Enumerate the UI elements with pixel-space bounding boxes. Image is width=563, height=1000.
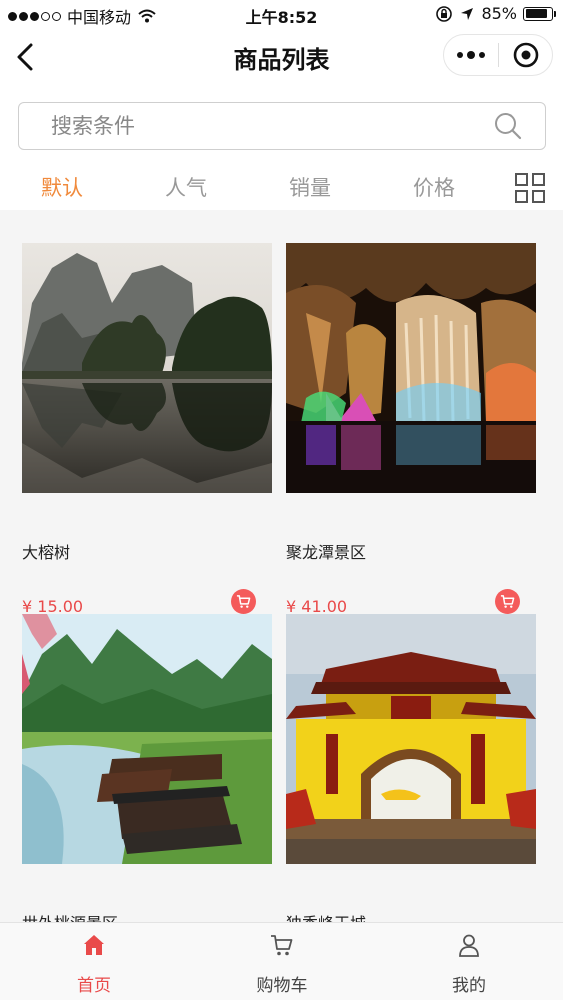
product-card[interactable]: 独秀峰王城 bbox=[286, 614, 536, 922]
cart-icon bbox=[236, 595, 251, 608]
tabbar-label: 购物车 bbox=[256, 976, 308, 996]
back-button[interactable] bbox=[12, 41, 42, 73]
product-grid: 大榕树 ¥ 15.00 聚龙潭景区 ¥ 41.00 bbox=[0, 210, 563, 922]
product-name: 聚龙潭景区 bbox=[286, 543, 367, 562]
product-image[interactable] bbox=[22, 243, 272, 493]
home-icon bbox=[84, 935, 104, 955]
mini-program-capsule bbox=[443, 34, 553, 76]
user-icon bbox=[459, 934, 479, 957]
product-image[interactable] bbox=[286, 243, 536, 493]
product-image[interactable] bbox=[286, 614, 536, 864]
search-area bbox=[0, 86, 563, 162]
more-button[interactable] bbox=[444, 35, 498, 75]
product-card[interactable]: 世外桃源景区 bbox=[22, 614, 272, 922]
yellow-palace-gate-image bbox=[286, 614, 536, 864]
tab-default[interactable]: 默认 bbox=[22, 172, 102, 202]
add-to-cart-button[interactable] bbox=[495, 589, 520, 614]
battery-percent: 85% bbox=[481, 4, 517, 23]
village-mountains-river-image bbox=[22, 614, 272, 864]
tabbar-cart[interactable]: 购物车 bbox=[188, 923, 376, 1000]
status-right: 85% bbox=[435, 4, 556, 23]
product-name: 独秀峰王城 bbox=[286, 910, 366, 922]
product-image[interactable] bbox=[22, 614, 272, 864]
tabbar-label: 首页 bbox=[77, 976, 111, 996]
search-icon[interactable] bbox=[493, 111, 523, 141]
tab-popularity[interactable]: 人气 bbox=[146, 172, 226, 202]
product-name: 大榕树 bbox=[22, 543, 71, 562]
tabbar-profile[interactable]: 我的 bbox=[375, 923, 563, 1000]
rotation-lock-icon bbox=[436, 5, 453, 22]
grid-view-icon[interactable] bbox=[514, 172, 546, 204]
add-to-cart-button[interactable] bbox=[231, 589, 256, 614]
status-bar: 中国移动 上午8:52 85% bbox=[0, 0, 563, 28]
target-icon bbox=[513, 42, 538, 68]
product-name: 世外桃源景区 bbox=[22, 910, 118, 922]
nav-bar: 商品列表 bbox=[0, 28, 563, 86]
cart-icon bbox=[271, 935, 293, 956]
battery-icon bbox=[523, 6, 556, 21]
illuminated-cave-image bbox=[286, 243, 536, 493]
product-card[interactable]: 聚龙潭景区 ¥ 41.00 bbox=[286, 243, 536, 623]
tab-sales[interactable]: 销量 bbox=[270, 172, 350, 202]
search-input[interactable] bbox=[51, 103, 481, 148]
tab-price[interactable]: 价格 bbox=[394, 172, 474, 202]
sort-tabs: 默认 人气 销量 价格 bbox=[0, 162, 563, 210]
chevron-left-icon bbox=[17, 43, 33, 71]
karst-river-landscape-image bbox=[22, 243, 272, 493]
close-mini-program-button[interactable] bbox=[499, 35, 552, 75]
tabbar-home[interactable]: 首页 bbox=[0, 923, 188, 1000]
search-box[interactable] bbox=[18, 102, 546, 150]
product-card[interactable]: 大榕树 ¥ 15.00 bbox=[22, 243, 272, 623]
location-arrow-icon bbox=[461, 7, 474, 20]
cart-icon bbox=[500, 595, 515, 608]
bottom-tab-bar: 首页 购物车 我的 bbox=[0, 922, 563, 1000]
tabbar-label: 我的 bbox=[452, 976, 486, 996]
